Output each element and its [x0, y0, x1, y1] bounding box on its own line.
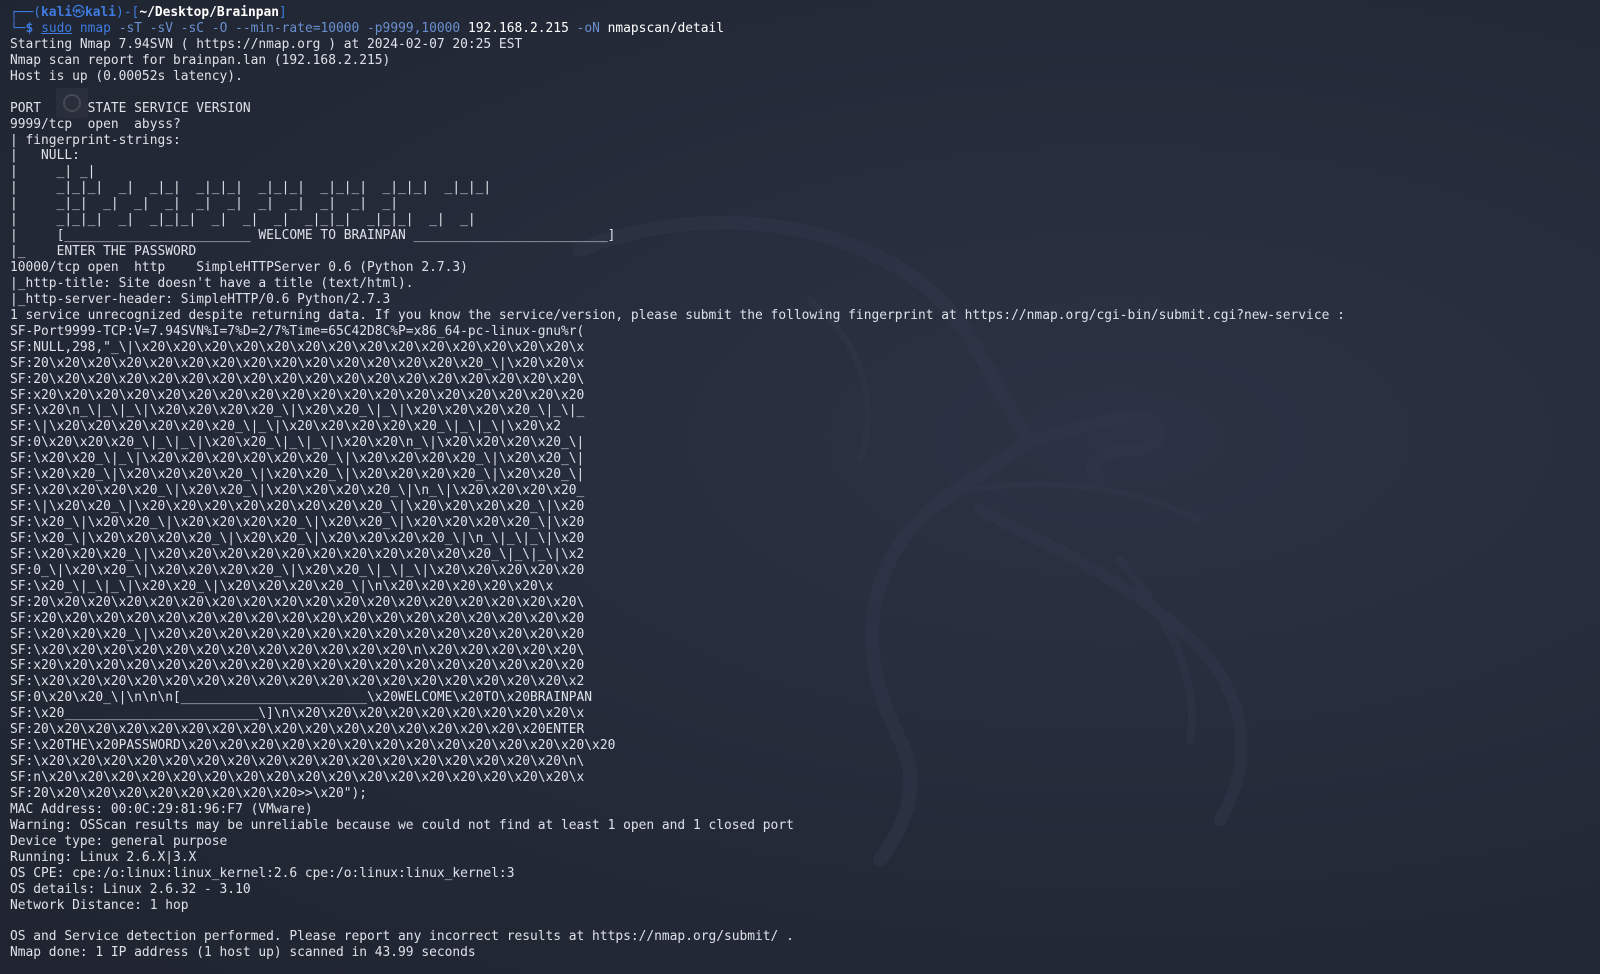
output-line: SF:\x20_\|\x20\x20_\|\x20\x20\x20\x20_\|… — [10, 515, 585, 530]
terminal-window[interactable]: ┌──(kali㉿kali)-[~/Desktop/Brainpan] └─$ s… — [0, 0, 1600, 974]
command-output-file: nmapscan/detail — [607, 20, 725, 36]
output-line: | _|_|_| _| _|_|_| _| _| _| _|_|_| _|_|_… — [10, 212, 476, 228]
output-line: | _|_|_| _| _|_| _|_|_| _|_|_| _|_|_| _|… — [10, 180, 492, 196]
output-line: Warning: OSScan results may be unreliabl… — [10, 817, 794, 833]
output-line: 10000/tcp open http SimpleHTTPServer 0.6… — [10, 260, 468, 275]
output-line: SF:n\x20\x20\x20\x20\x20\x20\x20\x20\x20… — [10, 770, 585, 785]
output-line: SF:20\x20\x20\x20\x20\x20\x20\x20\x20\x2… — [10, 594, 585, 610]
command-line[interactable]: └─$ sudo nmap -sT -sV -sC -O --min-rate=… — [10, 21, 1345, 37]
output-line: SF:\x20_\|_\|_\|\x20\x20_\|\x20\x20\x20\… — [10, 578, 554, 594]
output-line: Nmap scan report for brainpan.lan (192.1… — [10, 52, 391, 68]
output-line: OS CPE: cpe:/o:linux:linux_kernel:2.6 cp… — [10, 865, 515, 881]
output-line: Starting Nmap 7.94SVN ( https://nmap.org… — [10, 36, 523, 52]
output-line: SF:x20\x20\x20\x20\x20\x20\x20\x20\x20\x… — [10, 658, 585, 674]
output-line: MAC Address: 00:0C:29:81:96:F7 (VMware) — [10, 801, 313, 817]
output-line: 1 service unrecognized despite returning… — [10, 307, 1345, 323]
command-nmap: nmap — [72, 20, 119, 36]
output-line: SF:20\x20\x20\x20\x20\x20\x20\x20\x20\x2… — [10, 722, 585, 738]
output-line: SF:NULL,298,"_\|\x20\x20\x20\x20\x20\x20… — [10, 339, 585, 355]
prompt-dollar: $ — [25, 20, 42, 36]
prompt-bracket: ┌──( — [10, 5, 42, 20]
output-line: SF:\x20\x20_\|_\|\x20\x20\x20\x20\x20\x2… — [10, 451, 585, 467]
output-line: SF:\x20\x20\x20_\|\x20\x20\x20\x20\x20\x… — [10, 626, 585, 642]
prompt-bracket-close: ] — [279, 5, 287, 20]
output-line: | [________________________ WELCOME TO B… — [10, 228, 616, 244]
output-line: SF:\|\x20\x20\x20\x20\x20\x20_\|_\|\x20\… — [10, 419, 562, 435]
output-line: Nmap done: 1 IP address (1 host up) scan… — [10, 945, 476, 961]
prompt-path: ~/Desktop/Brainpan — [139, 5, 280, 20]
output-line: SF:x20\x20\x20\x20\x20\x20\x20\x20\x20\x… — [10, 610, 585, 626]
output-line: OS details: Linux 2.6.32 - 3.10 — [10, 881, 251, 897]
output-line: SF:\x20\x20\x20\x20\x20\x20\x20\x20\x20\… — [10, 674, 585, 690]
output-line: SF:20\x20\x20\x20\x20\x20\x20\x20\x20\x2… — [10, 355, 585, 371]
command-target: 192.168.2.215 — [467, 20, 577, 36]
command-output-flag: -oN — [576, 20, 608, 36]
output-line: SF:x20\x20\x20\x20\x20\x20\x20\x20\x20\x… — [10, 387, 585, 403]
output-line: |_http-title: Site doesn't have a title … — [10, 275, 414, 291]
output-line: SF:20\x20\x20\x20\x20\x20\x20\x20\x20>>\… — [10, 785, 367, 801]
output-line: SF:\x20\x20\x20\x20\x20\x20\x20\x20\x20\… — [10, 754, 585, 770]
output-line: Network Distance: 1 hop — [10, 897, 189, 913]
output-line: SF:0\x20\x20_\|\n\n\n[__________________… — [10, 690, 593, 706]
output-line: 9999/tcp open abyss? — [10, 116, 181, 132]
prompt-separator: )-[ — [116, 5, 140, 20]
output-line: SF:0_\|\x20\x20_\|\x20\x20\x20\x20_\|\x2… — [10, 562, 585, 578]
prompt-line-1: ┌──(kali㉿kali)-[~/Desktop/Brainpan] — [10, 5, 1345, 21]
scan-output: Starting Nmap 7.94SVN ( https://nmap.org… — [10, 37, 1345, 961]
prompt-corner: └─ — [10, 20, 26, 36]
output-line: |_ ENTER THE PASSWORD — [10, 244, 197, 260]
output-line: SF:\x20\x20\x20\x20_\|\x20\x20_\|\x20\x2… — [10, 483, 585, 499]
output-line: SF:\x20_________________________\]\n\x20… — [10, 706, 585, 722]
output-line: Device type: general purpose — [10, 833, 228, 849]
output-line: SF:20\x20\x20\x20\x20\x20\x20\x20\x20\x2… — [10, 371, 585, 387]
output-line: | NULL: — [10, 148, 80, 164]
output-line: SF-Port9999-TCP:V=7.94SVN%I=7%D=2/7%Time… — [10, 323, 585, 339]
command-flags: -sT -sV -sC -O --min-rate=10000 -p9999,1… — [118, 20, 468, 36]
output-line: Running: Linux 2.6.X|3.X — [10, 849, 197, 865]
output-line: SF:\x20THE\x20PASSWORD\x20\x20\x20\x20\x… — [10, 738, 616, 754]
prompt-user: kali — [41, 5, 73, 20]
prompt-at-symbol: ㉿ — [72, 5, 85, 20]
output-line: | _|_| _| _| _| _| _| _| _| _| _| _| — [10, 196, 399, 212]
output-line: SF:0\x20\x20\x20_\|_\|_\|\x20\x20_\|_\|_… — [10, 435, 585, 451]
output-line: SF:\x20\n_\|_\|_\|\x20\x20\x20\x20_\|\x2… — [10, 403, 585, 419]
output-line: |_http-server-header: SimpleHTTP/0.6 Pyt… — [10, 291, 391, 307]
output-line: SF:\x20\x20\x20\x20\x20\x20\x20\x20\x20\… — [10, 642, 585, 658]
output-line: Host is up (0.00052s latency). — [10, 68, 243, 84]
output-line: | _| _| — [10, 164, 96, 180]
output-line: SF:\x20\x20\x20_\|\x20\x20\x20\x20\x20\x… — [10, 546, 585, 562]
output-line: OS and Service detection performed. Plea… — [10, 929, 794, 945]
output-line: PORT STATE SERVICE VERSION — [10, 100, 251, 116]
output-line: SF:\x20_\|\x20\x20\x20\x20_\|\x20\x20_\|… — [10, 530, 585, 546]
terminal-output: ┌──(kali㉿kali)-[~/Desktop/Brainpan] └─$ s… — [10, 5, 1345, 961]
output-line: SF:\|\x20\x20_\|\x20\x20\x20\x20\x20\x20… — [10, 499, 585, 515]
output-line: | fingerprint-strings: — [10, 132, 181, 148]
prompt-host: kali — [84, 5, 117, 20]
output-line: SF:\x20\x20_\|\x20\x20\x20\x20_\|\x20\x2… — [10, 467, 585, 483]
command-sudo: sudo — [41, 20, 73, 36]
